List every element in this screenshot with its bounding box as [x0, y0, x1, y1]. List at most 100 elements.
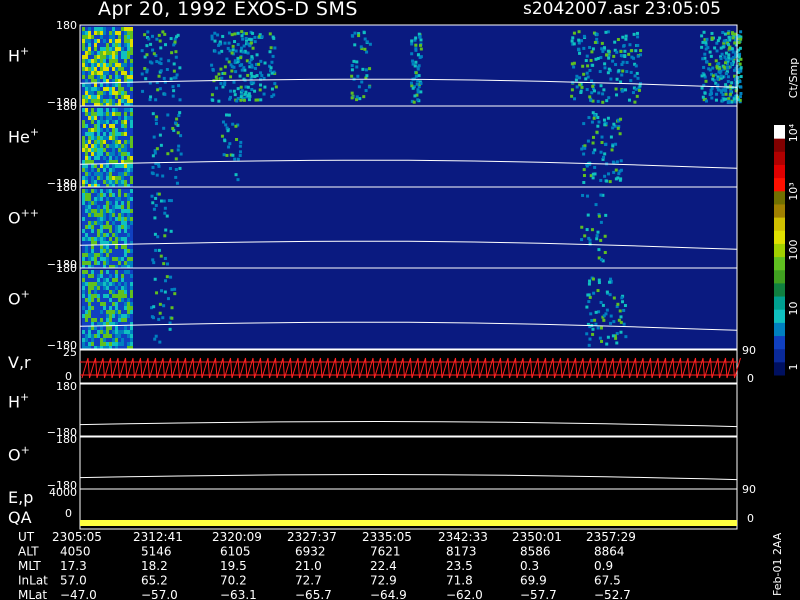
data-cell — [112, 193, 115, 197]
data-cell — [151, 34, 155, 38]
cell-mlat: −47.0 — [60, 588, 97, 600]
data-cell — [121, 318, 124, 322]
data-cell — [115, 209, 118, 213]
data-cell — [121, 261, 124, 265]
data-cell — [118, 168, 121, 172]
data-cell — [112, 302, 115, 306]
data-cell — [124, 233, 127, 237]
data-cell — [169, 275, 173, 279]
data-cell — [94, 156, 97, 160]
data-cell — [158, 39, 162, 43]
data-cell — [100, 116, 103, 120]
data-cell — [711, 74, 715, 78]
data-cell — [124, 237, 127, 241]
data-cell — [599, 150, 603, 154]
data-cell — [97, 290, 100, 294]
data-cell — [91, 51, 94, 55]
data-cell — [103, 274, 106, 278]
data-cell — [88, 160, 91, 164]
data-cell — [100, 249, 103, 253]
data-cell — [172, 76, 176, 80]
data-cell — [103, 294, 106, 298]
data-cell — [590, 228, 594, 232]
data-cell — [590, 50, 594, 54]
data-cell — [91, 71, 94, 75]
data-cell — [600, 339, 604, 343]
data-cell — [118, 302, 121, 306]
data-cell — [127, 342, 130, 346]
data-cell — [355, 98, 359, 102]
data-cell — [94, 257, 97, 261]
data-cell — [85, 51, 88, 55]
data-cell — [591, 172, 595, 176]
data-cell — [130, 51, 133, 55]
data-cell — [118, 270, 121, 274]
data-cell — [94, 51, 97, 55]
data-cell — [109, 342, 112, 346]
data-cell — [103, 249, 106, 253]
data-cell — [164, 43, 168, 47]
data-cell — [127, 108, 130, 112]
data-cell — [109, 87, 112, 91]
data-cell — [363, 37, 367, 41]
data-cell — [220, 76, 224, 80]
data-cell — [577, 38, 581, 42]
data-cell — [240, 46, 244, 50]
data-cell — [100, 108, 103, 112]
data-cell — [82, 282, 85, 286]
data-cell — [106, 205, 109, 209]
data-cell — [127, 282, 130, 286]
data-cell — [235, 137, 239, 141]
data-cell — [585, 54, 589, 58]
data-cell — [100, 55, 103, 59]
data-cell — [115, 124, 118, 128]
data-cell — [94, 261, 97, 265]
data-cell — [156, 88, 160, 92]
data-cell — [171, 126, 175, 130]
data-cell — [118, 116, 121, 120]
data-cell — [583, 146, 587, 150]
cell-mlt: 23.5 — [446, 559, 473, 573]
data-cell — [103, 136, 106, 140]
data-cell — [601, 100, 605, 104]
data-cell — [85, 27, 88, 31]
data-cell — [88, 257, 91, 261]
data-cell — [91, 213, 94, 217]
cell-inlat: 70.2 — [220, 574, 247, 588]
data-cell — [127, 87, 130, 91]
data-cell — [118, 47, 121, 51]
data-cell — [151, 316, 155, 320]
data-cell — [149, 95, 153, 99]
data-cell — [701, 57, 705, 61]
data-cell — [91, 132, 94, 136]
data-cell — [118, 124, 121, 128]
data-cell — [210, 93, 214, 97]
data-cell — [246, 94, 250, 98]
data-cell — [97, 342, 100, 346]
data-cell — [97, 120, 100, 124]
data-cell — [585, 332, 589, 336]
data-cell — [242, 66, 246, 70]
data-cell — [88, 176, 91, 180]
data-cell — [130, 95, 133, 99]
data-cell — [103, 209, 106, 213]
data-cell — [159, 254, 163, 258]
data-cell — [249, 71, 253, 75]
data-cell — [82, 189, 85, 193]
data-cell — [709, 91, 713, 95]
data-cell — [718, 71, 722, 75]
data-cell — [82, 140, 85, 144]
data-cell — [597, 248, 601, 252]
data-cell — [88, 270, 91, 274]
data-cell — [82, 249, 85, 253]
data-cell — [590, 120, 594, 124]
data-cell — [94, 225, 97, 229]
data-cell — [82, 180, 85, 184]
data-cell — [223, 65, 227, 69]
data-cell — [227, 113, 231, 117]
data-cell — [115, 99, 118, 103]
data-cell — [737, 68, 741, 72]
data-cell — [118, 67, 121, 71]
data-cell — [599, 84, 603, 88]
data-cell — [109, 71, 112, 75]
